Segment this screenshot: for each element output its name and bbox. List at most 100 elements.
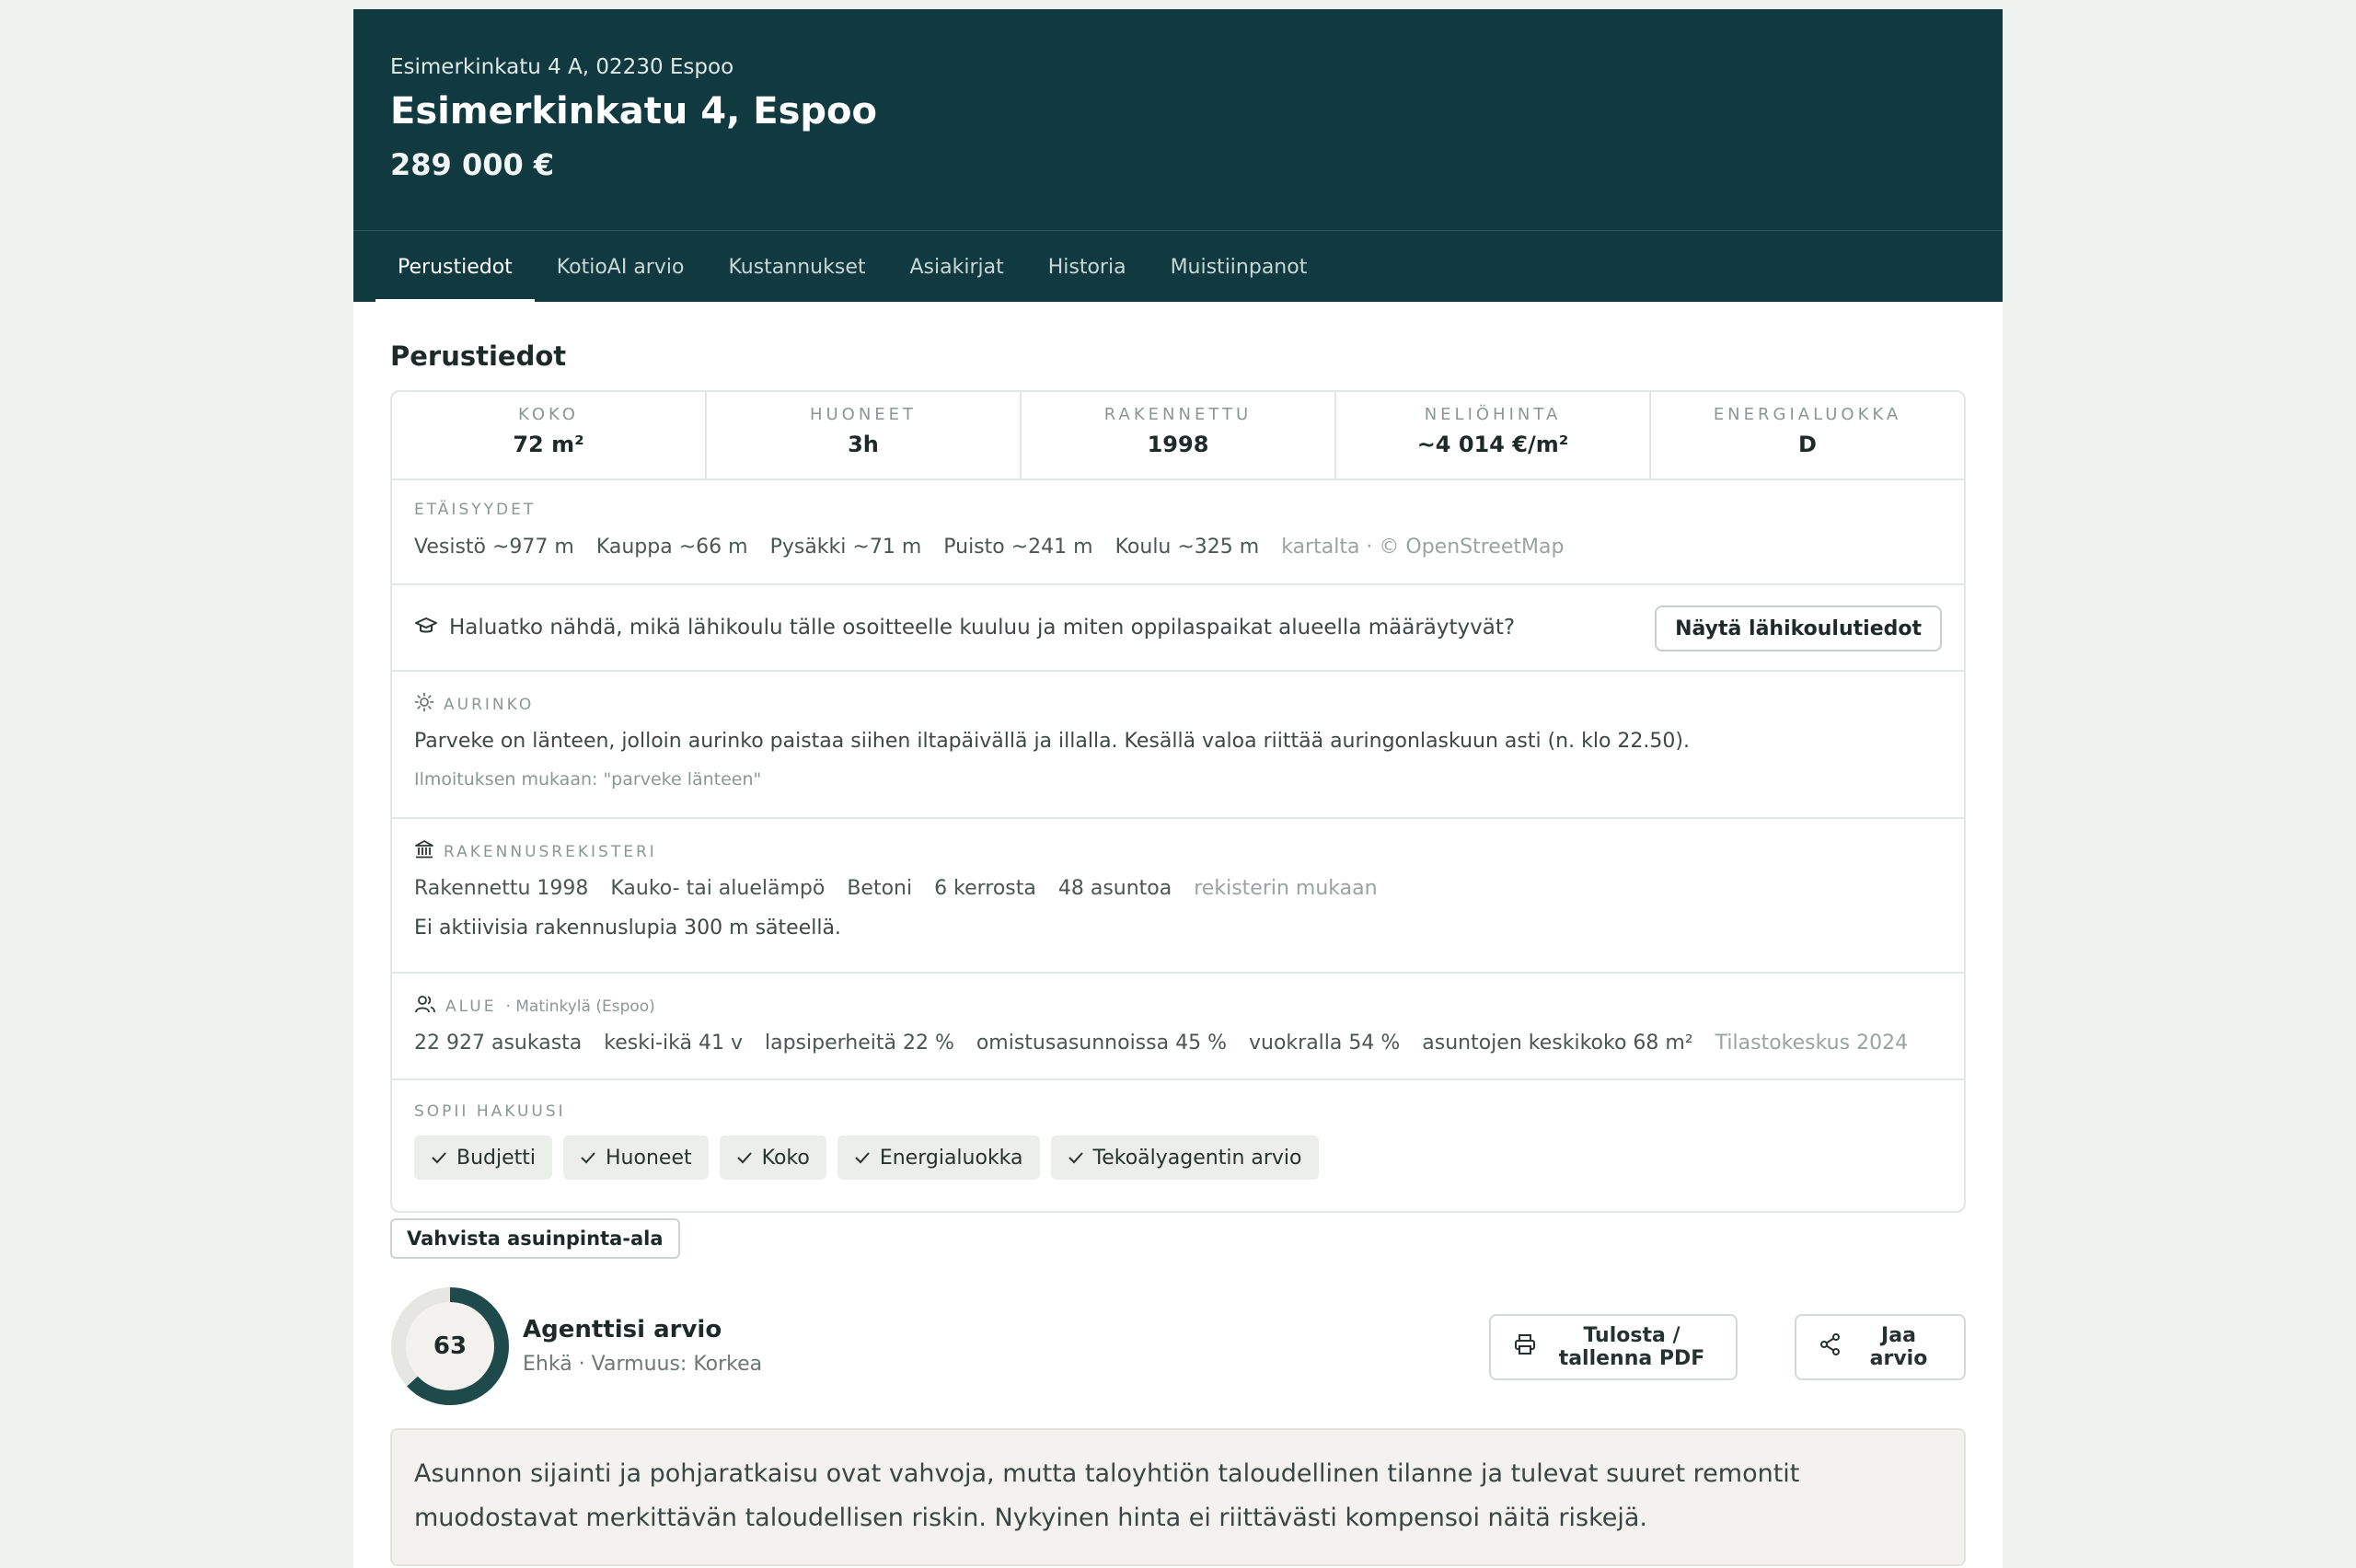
register-source: rekisterin mukaan [1194,877,1378,900]
register-item: Rakennettu 1998 [414,877,589,900]
sun-icon [414,692,444,717]
register-item: Betoni [847,877,913,900]
print-pdf-button[interactable]: Tulosta / tallenna PDF [1489,1314,1738,1380]
match-chip-energy: Energialuokka [837,1136,1040,1180]
distance-item: Pysäkki ~71 m [769,536,922,559]
sun-note: Ilmoituksen mukaan: "parveke länteen" [414,769,762,790]
chip-label: Budjetti [456,1146,537,1170]
area-stat: keski-ikä 41 v [604,1032,743,1055]
check-icon [736,1147,762,1170]
confirm-living-area-button[interactable]: Vahvista asuinpinta-ala [390,1218,680,1259]
area-stat: asuntojen keskikoko 68 m² [1422,1032,1693,1055]
listing-address: Esimerkinkatu 4 A, 02230 Espoo [390,55,734,79]
sun-section: AURINKO Parveke on länteen, jolloin auri… [392,672,1964,819]
school-question: Haluatko nähdä, mikä lähikoulu tälle oso… [449,616,1516,640]
distance-item: Vesistö ~977 m [414,536,574,559]
share-button[interactable]: Jaa arvio [1795,1314,1966,1380]
stat-label: NELIÖHINTA [1424,405,1562,424]
agent-title: Agenttisi arvio [523,1316,722,1343]
stat-label: HUONEET [809,405,918,424]
stat-value: ~4 014 €/m² [1416,432,1569,457]
agent-subtitle: Ehkä · Varmuus: Korkea [523,1353,763,1376]
stat-rooms: HUONEET 3h [707,392,1022,478]
distance-item: Puisto ~241 m [943,536,1093,559]
people-icon [414,994,445,1019]
show-school-info-button[interactable]: Näytä lähikoulutiedot [1655,605,1942,651]
register-label: RAKENNUSREKISTERI [444,842,657,861]
tab-muistiinpanot[interactable]: Muistiinpanot [1149,231,1330,303]
area-section: ALUE · Matinkylä (Espoo) 22 927 asukasta… [392,974,1964,1080]
chip-label: Energialuokka [879,1146,1023,1170]
print-button-label: Tulosta / tallenna PDF [1558,1324,1705,1370]
match-chips: Budjetti Huoneet Koko Energialuokka Teko… [414,1136,1942,1180]
stat-size: KOKO 72 m² [392,392,707,478]
tab-historia[interactable]: Historia [1026,231,1149,303]
area-label: ALUE [445,997,497,1016]
stat-label: RAKENNETTU [1103,405,1253,424]
sun-description: Parveke on länteen, jolloin aurinko pais… [414,730,1690,753]
check-icon [854,1147,880,1170]
area-stat: vuokralla 54 % [1248,1032,1401,1055]
register-heading: RAKENNUSREKISTERI [414,839,1942,864]
sun-heading: AURINKO [414,692,1942,717]
stat-value: 1998 [1147,432,1209,457]
building-icon [414,839,444,864]
basic-info-card: KOKO 72 m² HUONEET 3h RAKENNETTU 1998 NE… [390,390,1966,1213]
stat-label: KOKO [518,405,579,424]
tab-perustiedot[interactable]: Perustiedot [375,231,535,303]
chip-label: Koko [761,1146,810,1170]
match-chip-size: Koko [719,1136,826,1180]
match-chip-rooms: Huoneet [563,1136,709,1180]
search-match-section: SOPII HAKUUSI Budjetti Huoneet Koko Ener… [392,1080,1964,1200]
sun-label: AURINKO [444,695,535,714]
register-item: 48 asuntoa [1057,877,1172,900]
area-source: Tilastokeskus 2024 [1715,1032,1909,1055]
check-icon [580,1147,606,1170]
agent-summary: Asunnon sijainti ja pohjaratkaisu ovat v… [390,1428,1966,1566]
stat-label: ENERGIALUOKKA [1713,405,1902,424]
listing-price: 289 000 € [390,147,555,182]
distances-source: kartalta · © OpenStreetMap [1281,536,1565,559]
register-list: Rakennettu 1998 Kauko- tai aluelämpö Bet… [414,877,1942,900]
match-chip-ai-agent: Tekoälyagentin arvio [1050,1136,1319,1180]
stat-value: 3h [848,432,879,457]
area-stat: omistusasunnoissa 45 % [976,1032,1227,1055]
match-chip-budget: Budjetti [414,1136,553,1180]
register-item: 6 kerrosta [934,877,1036,900]
area-heading: ALUE · Matinkylä (Espoo) [414,994,1942,1019]
area-stat: 22 927 asukasta [414,1032,583,1055]
score-value: 63 [433,1332,468,1360]
distance-item: Koulu ~325 m [1114,536,1260,559]
area-stat: lapsiperheitä 22 % [764,1032,954,1055]
tab-bar: Perustiedot KotioAI arvio Kustannukset A… [353,230,2003,303]
distances-list: Vesistö ~977 m Kauppa ~66 m Pysäkki ~71 … [414,536,1942,559]
stat-value: 72 m² [513,432,584,457]
share-icon [1819,1332,1855,1362]
listing-header: Esimerkinkatu 4 A, 02230 Espoo Esimerkin… [353,9,2003,303]
printer-icon [1513,1332,1550,1362]
area-stats-list: 22 927 asukasta keski-ikä 41 v lapsiperh… [414,1032,1942,1055]
check-icon [1068,1147,1093,1170]
chip-label: Huoneet [606,1146,692,1170]
tab-asiakirjat[interactable]: Asiakirjat [887,231,1025,303]
stat-price-per-sqm: NELIÖHINTA ~4 014 €/m² [1336,392,1651,478]
share-button-label: Jaa arvio [1869,1324,1928,1370]
listing-title: Esimerkinkatu 4, Espoo [390,90,877,133]
tab-kustannukset[interactable]: Kustannukset [706,231,887,303]
stat-value: D [1798,432,1817,457]
check-icon [431,1147,456,1170]
building-permits-note: Ei aktiivisia rakennuslupia 300 m säteel… [414,917,841,940]
building-register-section: RAKENNUSREKISTERI Rakennettu 1998 Kauko-… [392,819,1964,974]
distance-item: Kauppa ~66 m [595,536,748,559]
stat-energy-class: ENERGIALUOKKA D [1651,392,1964,478]
tab-kotioai-arvio[interactable]: KotioAI arvio [535,231,707,303]
listing-panel: Esimerkinkatu 4 A, 02230 Espoo Esimerkin… [353,9,2003,1568]
key-stats: KOKO 72 m² HUONEET 3h RAKENNETTU 1998 NE… [392,392,1964,480]
register-item: Kauko- tai aluelämpö [610,877,826,900]
match-heading: SOPII HAKUUSI [414,1102,566,1121]
graduation-cap-icon [414,616,438,640]
chip-label: Tekoälyagentin arvio [1092,1146,1302,1170]
distances-section: ETÄISYYDET Vesistö ~977 m Kauppa ~66 m P… [392,480,1964,585]
stat-built: RAKENNETTU 1998 [1022,392,1336,478]
school-section: Haluatko nähdä, mikä lähikoulu tälle oso… [392,585,1964,672]
